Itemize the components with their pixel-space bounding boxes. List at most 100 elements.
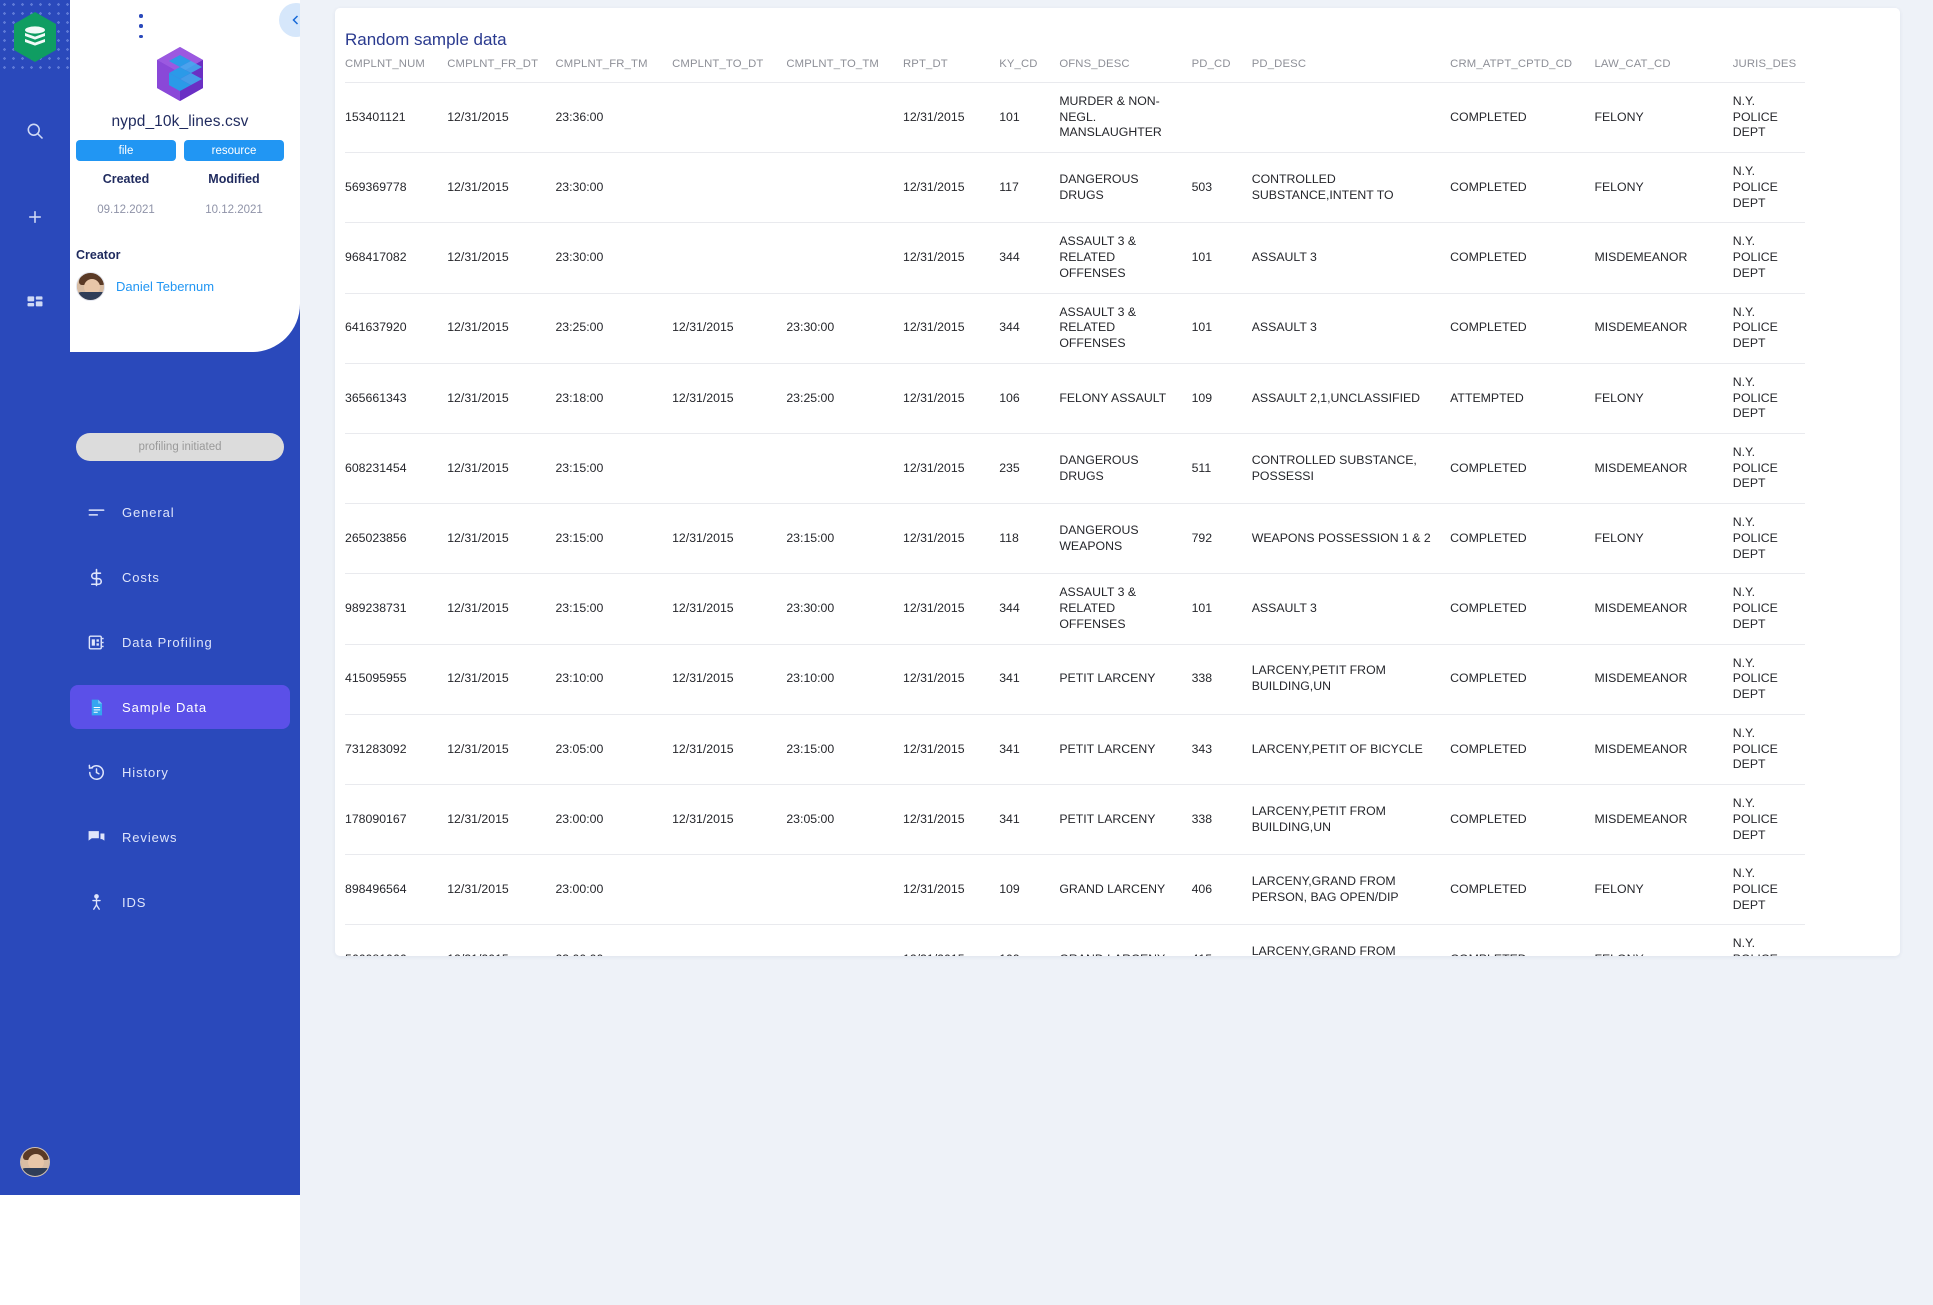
table-cell: 235 (999, 460, 1020, 475)
tag-resource[interactable]: resource (184, 140, 284, 161)
table-row[interactable]: 641637920 12/31/2015 23:25:00 12/31/2015 23:… (345, 293, 1805, 363)
table-column-header[interactable]: RPT_DT (903, 58, 999, 83)
table-cell: 12/31/2015 (447, 671, 509, 686)
table-row[interactable]: 968417082 12/31/2015 23:30:00 12/31/2015 344… (345, 222, 1805, 293)
creator-name-link[interactable]: Daniel Tebernum (116, 279, 214, 294)
table-cell: 12/31/2015 (447, 811, 509, 826)
search-icon[interactable] (18, 114, 52, 148)
table-cell (672, 434, 786, 504)
sidebar-item-label: History (122, 764, 169, 780)
table-cell: N.Y. POLICE DEPT (1732, 304, 1778, 351)
table-row[interactable]: 731283092 12/31/2015 23:05:00 12/31/2015 23:… (345, 714, 1805, 784)
table-cell: 338 (1191, 671, 1213, 686)
table-cell: 23:25:00 (786, 390, 835, 405)
dollar-icon (70, 568, 122, 587)
avatar[interactable] (20, 1147, 50, 1177)
sidebar-nav: General Costs Data Profiling Sample Data… (60, 490, 300, 945)
sidebar-item-sample-data[interactable]: Sample Data (70, 685, 290, 729)
table-column-header[interactable]: CMPLNT_TO_DT (672, 58, 786, 83)
dashboard-icon[interactable] (18, 286, 52, 320)
table-cell: 12/31/2015 (447, 925, 555, 956)
table-cell: 23:30:00 (555, 250, 604, 265)
table-cell: PETIT LARCENY (1059, 741, 1156, 756)
table-head: CMPLNT_NUM CMPLNT_FR_DT CMPLNT_FR_TM CMPLNT… (345, 58, 1805, 83)
table-column-header[interactable]: PD_DESC (1252, 58, 1450, 83)
table-row[interactable]: 56608106612/31/201523:00:0012/31/2015109… (345, 924, 1805, 956)
table-row[interactable]: 898496564 12/31/2015 23:00:00 12/31/2015 109… (345, 854, 1805, 925)
table-cell: 23:10:00 (786, 671, 835, 686)
detail-panel-header: nypd_10k_lines.csv file resource Created… (60, 0, 300, 352)
table-cell: 109 (999, 925, 1059, 956)
table-cell: 12/31/2015 (902, 320, 965, 335)
sidebar-item-history[interactable]: History (70, 750, 290, 794)
table-cell: ASSAULT 3 (1251, 320, 1317, 335)
table-column-header[interactable]: CRM_ATPT_CPTD_CD (1450, 58, 1594, 83)
table-cell: 23:15:00 (555, 601, 604, 616)
table-row[interactable]: 415095955 12/31/2015 23:10:00 12/31/2015 23:… (345, 644, 1805, 714)
dollar-glyph (90, 568, 102, 586)
table-row[interactable]: 153401121 12/31/2015 23:36:00 12/31/2015 101… (345, 82, 1805, 153)
table-column-header[interactable]: CMPLNT_FR_TM (555, 58, 672, 83)
table-cell (672, 83, 786, 153)
sidebar-item-costs[interactable]: Costs (70, 555, 290, 599)
table-row[interactable]: 989238731 12/31/2015 23:15:00 12/31/2015 23:… (345, 573, 1805, 644)
table-column-header[interactable]: LAW_CAT_CD (1594, 58, 1732, 83)
table-cell: 23:30:00 (786, 601, 835, 616)
table-row[interactable]: 265023856 12/31/2015 23:15:00 12/31/2015 23:… (345, 503, 1805, 574)
table-row[interactable]: 178090167 12/31/2015 23:00:00 12/31/2015 23:… (345, 784, 1805, 855)
table-cell: DANGEROUS DRUGS (1059, 172, 1139, 202)
table-cell: 12/31/2015 (447, 881, 509, 896)
creator-face (77, 273, 104, 300)
table-cell: 415095955 (345, 671, 407, 686)
profiling-status-button[interactable]: profiling initiated (76, 433, 284, 461)
table-cell: LARCENY,PETIT FROM BUILDING,UN (1251, 663, 1386, 694)
table-cell: 12/31/2015 (902, 460, 965, 475)
table-scroll-region[interactable]: CMPLNT_NUM CMPLNT_FR_DT CMPLNT_FR_TM CMPLNT… (335, 58, 1900, 956)
table-cell: 23:15:00 (555, 460, 604, 475)
stacked-layers-hexagon-logo-icon (14, 12, 56, 62)
modified-label: Modified (208, 172, 260, 186)
table-cell: 12/31/2015 (447, 390, 509, 405)
table-row[interactable]: 569369778 12/31/2015 23:30:00 12/31/2015 117… (345, 152, 1805, 223)
table-cell: ASSAULT 3 & RELATED OFFENSES (1059, 234, 1137, 280)
app-logo[interactable] (11, 10, 59, 64)
table-cell: 12/31/2015 (447, 460, 509, 475)
more-options-icon[interactable] (134, 14, 148, 38)
table-cell: N.Y. POLICE DEPT (1732, 515, 1778, 561)
table-column-header[interactable]: CMPLNT_TO_TM (786, 58, 903, 83)
table-cell (1252, 83, 1450, 153)
table-cell: MISDEMEANOR (1594, 460, 1688, 475)
table-cell: 12/31/2015 (447, 250, 509, 265)
table-cell: 12/31/2015 (672, 741, 734, 756)
table-cell: 341 (999, 811, 1020, 826)
table-column-header[interactable]: CMPLNT_FR_DT (447, 58, 555, 83)
table-column-header[interactable]: KY_CD (999, 58, 1059, 83)
table-row[interactable]: 608231454 12/31/2015 23:15:00 12/31/2015 235… (345, 433, 1805, 504)
table-column-header[interactable]: CMPLNT_NUM (345, 58, 447, 83)
sidebar-item-reviews[interactable]: Reviews (70, 815, 290, 859)
add-icon[interactable] (18, 200, 52, 234)
tag-file[interactable]: file (76, 140, 176, 161)
table-cell: 23:00:00 (555, 925, 672, 956)
table-row[interactable]: 365661343 12/31/2015 23:18:00 12/31/2015 23:… (345, 363, 1805, 433)
sidebar-item-data-profiling[interactable]: Data Profiling (70, 620, 290, 664)
table-cell: CONTROLLED SUBSTANCE,INTENT TO (1251, 172, 1394, 202)
sidebar-item-ids[interactable]: IDS (70, 880, 290, 924)
table-cell: 23:36:00 (555, 109, 604, 124)
table-cell: LARCENY,PETIT FROM BUILDING,UN (1251, 803, 1386, 834)
table-cell: 12/31/2015 (672, 811, 734, 826)
chevron-left-icon (292, 15, 299, 25)
icon-rail (0, 0, 70, 1195)
table-column-header[interactable]: JURIS_DES (1733, 58, 1805, 83)
table-cell: 365661343 (345, 390, 407, 405)
table-cell: MISDEMEANOR (1594, 601, 1688, 616)
table-column-header[interactable]: PD_CD (1192, 58, 1252, 83)
meta-modified: Modified 10.12.2021 (184, 172, 284, 216)
table-column-header[interactable]: OFNS_DESC (1059, 58, 1191, 83)
table-cell (672, 223, 786, 293)
sidebar-item-general[interactable]: General (70, 490, 290, 534)
clock-history-glyph (88, 764, 104, 780)
table-cell: 989238731 (345, 601, 407, 616)
table-cell (672, 153, 786, 223)
table-cell: COMPLETED (1450, 741, 1527, 756)
